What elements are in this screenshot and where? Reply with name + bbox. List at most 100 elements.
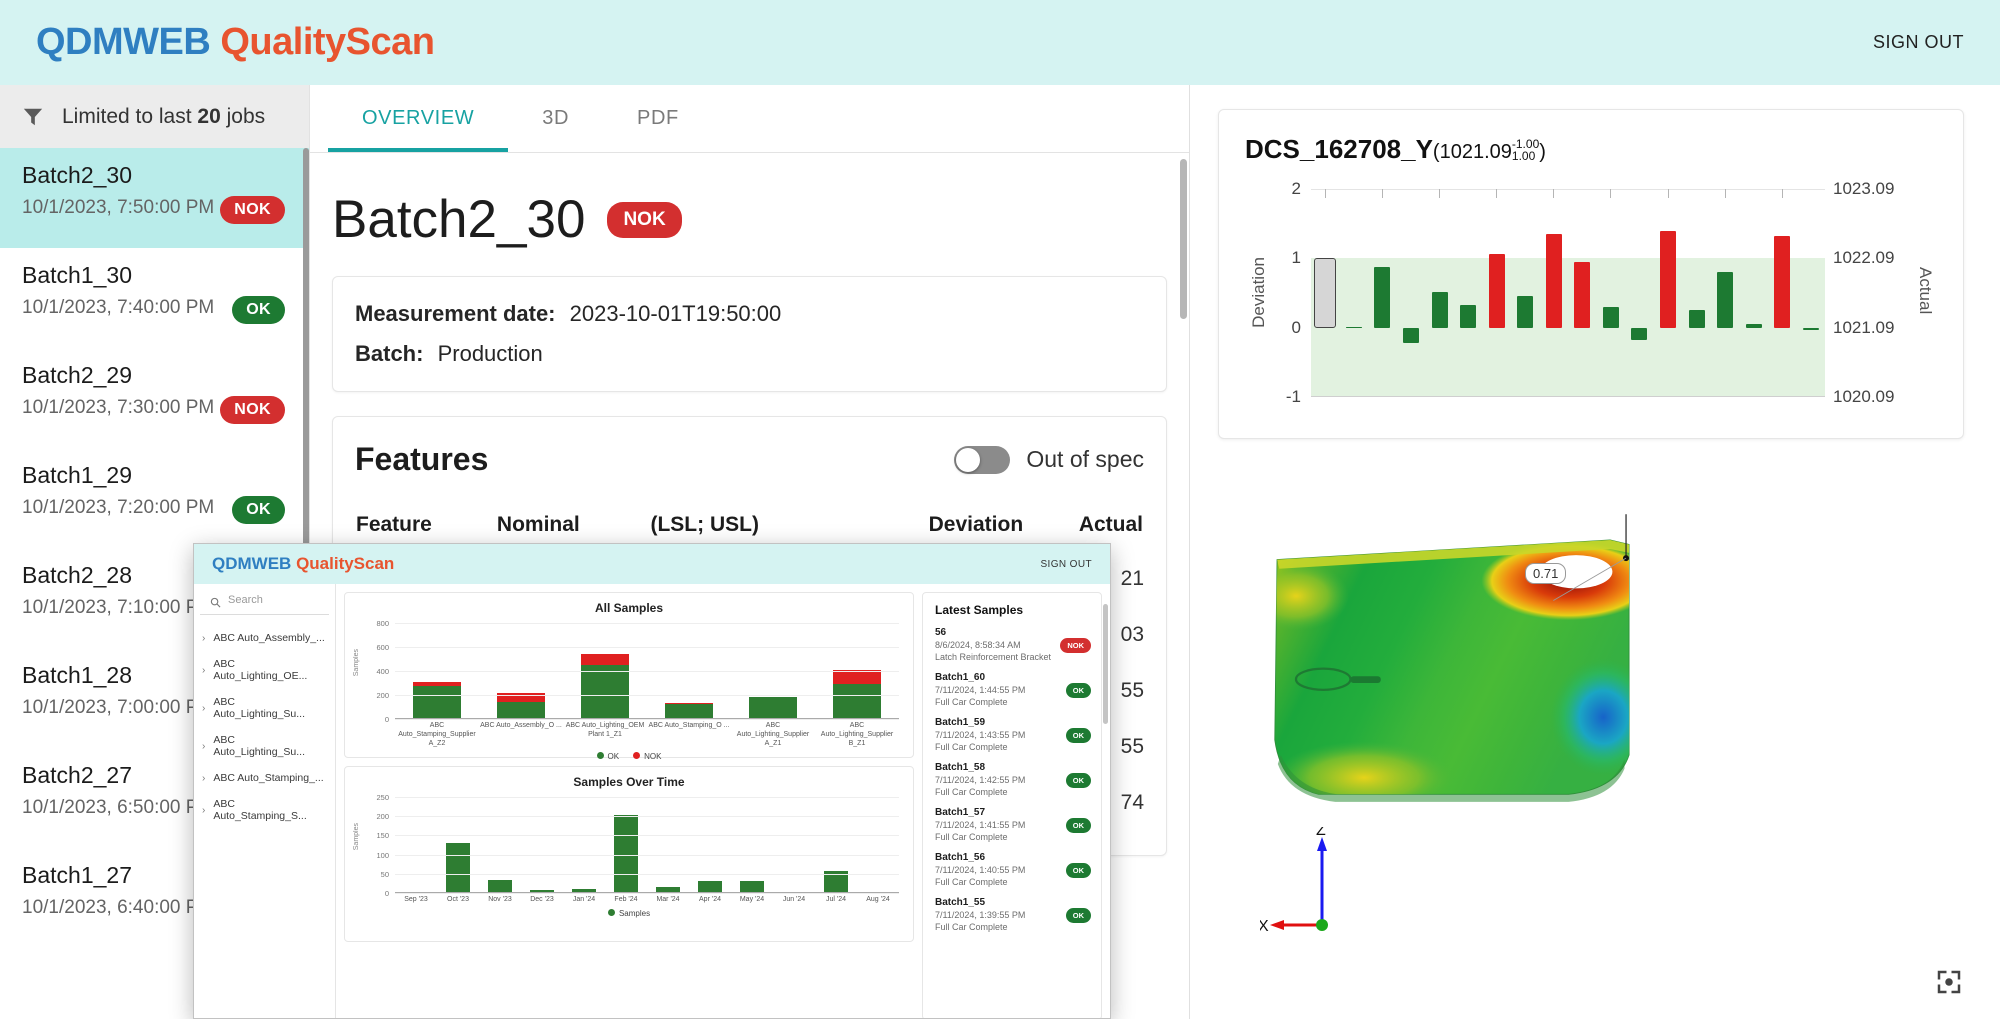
bar — [1717, 272, 1734, 328]
tab-3d[interactable]: 3D — [508, 85, 603, 152]
tree-item[interactable]: › ABC Auto_Lighting_OE... — [194, 651, 335, 689]
bar-column[interactable] — [1568, 189, 1597, 397]
tab-pdf[interactable]: PDF — [603, 85, 713, 152]
bar-column[interactable] — [1768, 189, 1797, 397]
measurement-date-row: Measurement date: 2023-10-01T19:50:00 — [355, 301, 1144, 327]
bar-column[interactable] — [1597, 189, 1626, 397]
chevron-right-icon[interactable]: › — [202, 633, 205, 644]
jobs-filter-bar[interactable]: Limited to last 20 jobs — [0, 85, 309, 148]
deviation-chart-title: DCS_162708_Y(1021.09 -1.00 1.00) — [1245, 134, 1937, 165]
bar-column[interactable] — [1682, 189, 1711, 397]
bar-column[interactable] — [563, 797, 605, 893]
list-item[interactable]: Batch1_56 7/11/2024, 1:40:55 PM Full Car C… — [935, 852, 1091, 887]
bar-segment-ok — [412, 686, 462, 719]
bar-column[interactable] — [647, 797, 689, 893]
samples-over-time-card: Samples Over Time Samples 250 200 150 100 50… — [344, 766, 914, 942]
sample-name: Batch1_58 — [935, 762, 986, 773]
chevron-right-icon[interactable]: › — [202, 773, 205, 784]
job-item[interactable]: Batch2_29 10/1/2023, 7:30:00 PM NOK — [0, 348, 309, 448]
tree-item[interactable]: › ABC Auto_Assembly_... — [194, 625, 335, 651]
bar-column[interactable] — [1340, 189, 1369, 397]
chart-nominal-value: 1021.09 — [1439, 141, 1512, 163]
measurement-info-card: Measurement date: 2023-10-01T19:50:00 Ba… — [332, 276, 1167, 392]
list-item[interactable]: Batch1_55 7/11/2024, 1:39:55 PM Full Car C… — [935, 897, 1091, 932]
bar-column[interactable] — [437, 797, 479, 893]
bar-column[interactable] — [1511, 189, 1540, 397]
list-item[interactable]: Batch1_58 7/11/2024, 1:42:55 PM Full Car C… — [935, 762, 1091, 797]
bar-column[interactable] — [1739, 189, 1768, 397]
chevron-right-icon[interactable]: › — [202, 703, 205, 714]
bar-column[interactable] — [773, 797, 815, 893]
popup-scrollbar[interactable] — [1103, 604, 1108, 724]
job-status-badge: NOK — [220, 396, 285, 424]
list-item[interactable]: Batch1_60 7/11/2024, 1:44:55 PM Full Car C… — [935, 672, 1091, 707]
job-name: Batch2_29 — [22, 362, 132, 388]
out-of-spec-toggle[interactable] — [954, 445, 1011, 474]
bar-column[interactable] — [1540, 189, 1569, 397]
sign-out-button[interactable]: SIGN OUT — [1873, 32, 1964, 53]
chevron-right-icon[interactable]: › — [202, 805, 205, 816]
sample-name: Batch1_57 — [935, 807, 986, 818]
tree-item[interactable]: › ABC Auto_Stamping_... — [194, 765, 335, 791]
sample-status-badge: OK — [1065, 728, 1091, 743]
sidebar-scrollbar[interactable] — [303, 148, 309, 608]
bar-column[interactable] — [1654, 189, 1683, 397]
detail-scrollbar[interactable] — [1180, 159, 1187, 319]
secondary-window[interactable]: QDMWEB QualityScan SIGN OUT Search › ABC … — [193, 543, 1111, 1019]
xtick-label: Jan '24 — [572, 896, 596, 903]
legend-item[interactable]: OK — [596, 752, 619, 761]
job-name: Batch2_30 — [22, 162, 132, 188]
bar-column[interactable] — [689, 797, 731, 893]
tab-overview[interactable]: OVERVIEW — [328, 85, 509, 152]
bar-column[interactable] — [1711, 189, 1740, 397]
bar-column[interactable] — [731, 797, 773, 893]
bar-column[interactable] — [479, 797, 521, 893]
tree-item[interactable]: › ABC Auto_Lighting_Su... — [194, 689, 335, 727]
deviation-chart-card: DCS_162708_Y(1021.09 -1.00 1.00) Deviation… — [1218, 109, 1964, 439]
bar — [1745, 324, 1762, 328]
chevron-right-icon[interactable]: › — [202, 665, 205, 676]
bar-column[interactable] — [521, 797, 563, 893]
funnel-icon — [22, 106, 44, 128]
chevron-right-icon[interactable]: › — [202, 741, 205, 752]
sample-name: Batch1_55 — [935, 897, 986, 908]
list-item[interactable]: Batch1_57 7/11/2024, 1:41:55 PM Full Car C… — [935, 807, 1091, 842]
xtick-label: Nov '23 — [488, 896, 512, 903]
xtick-label: ABC Auto_Stamping_O ... — [648, 722, 730, 729]
3d-viewer[interactable]: 0.71 Z X — [1190, 475, 2000, 1019]
bar-column[interactable] — [1625, 189, 1654, 397]
ytick: 200 — [376, 812, 389, 822]
bar-segment-ok — [496, 701, 546, 719]
tree-item[interactable]: › ABC Auto_Stamping_S... — [194, 791, 335, 829]
bar-column[interactable] — [1482, 189, 1511, 397]
over-time-xlabels: Sep '23 Oct '23 Nov '23 Dec '23 Jan '24 Feb '… — [395, 896, 899, 905]
list-item[interactable]: 56 8/6/2024, 8:58:34 AM Latch Reinforcemen… — [935, 627, 1091, 662]
fullscreen-icon[interactable] — [1934, 967, 1964, 997]
legend-item[interactable]: NOK — [633, 752, 661, 761]
bar-column[interactable] — [1425, 189, 1454, 397]
job-item[interactable]: Batch1_30 10/1/2023, 7:40:00 PM OK — [0, 248, 309, 348]
bar-column[interactable] — [857, 797, 899, 893]
list-item[interactable]: Batch1_59 7/11/2024, 1:43:55 PM Full Car C… — [935, 717, 1091, 752]
gridline — [395, 835, 899, 837]
bar-column[interactable] — [1368, 189, 1397, 397]
bar-column[interactable] — [1397, 189, 1426, 397]
popup-main: All Samples Samples 800 600 400 200 0 ABC Au… — [336, 584, 1110, 1018]
deviation-callout: 0.71 — [1525, 563, 1567, 584]
tree-item[interactable]: › ABC Auto_Lighting_Su... — [194, 727, 335, 765]
bar-column[interactable] — [1311, 189, 1340, 397]
legend-item[interactable]: Samples — [607, 908, 650, 918]
bar — [1402, 327, 1419, 343]
bar-column[interactable] — [815, 797, 857, 893]
bar — [1314, 258, 1337, 328]
bar-column[interactable] — [1454, 189, 1483, 397]
popup-sign-out-button[interactable]: SIGN OUT — [1040, 559, 1092, 570]
job-item[interactable]: Batch2_30 10/1/2023, 7:50:00 PM NOK — [0, 148, 309, 248]
bar-column[interactable] — [1797, 189, 1826, 397]
job-item[interactable]: Batch1_29 10/1/2023, 7:20:00 PM OK — [0, 448, 309, 548]
bar-column[interactable] — [395, 797, 437, 893]
bar-column[interactable] — [605, 797, 647, 893]
popup-search-field[interactable]: Search — [200, 594, 329, 615]
page-title: Batch2_30 — [332, 190, 586, 249]
latest-samples-card: Latest Samples 56 8/6/2024, 8:58:34 AM Lat… — [922, 592, 1102, 1018]
